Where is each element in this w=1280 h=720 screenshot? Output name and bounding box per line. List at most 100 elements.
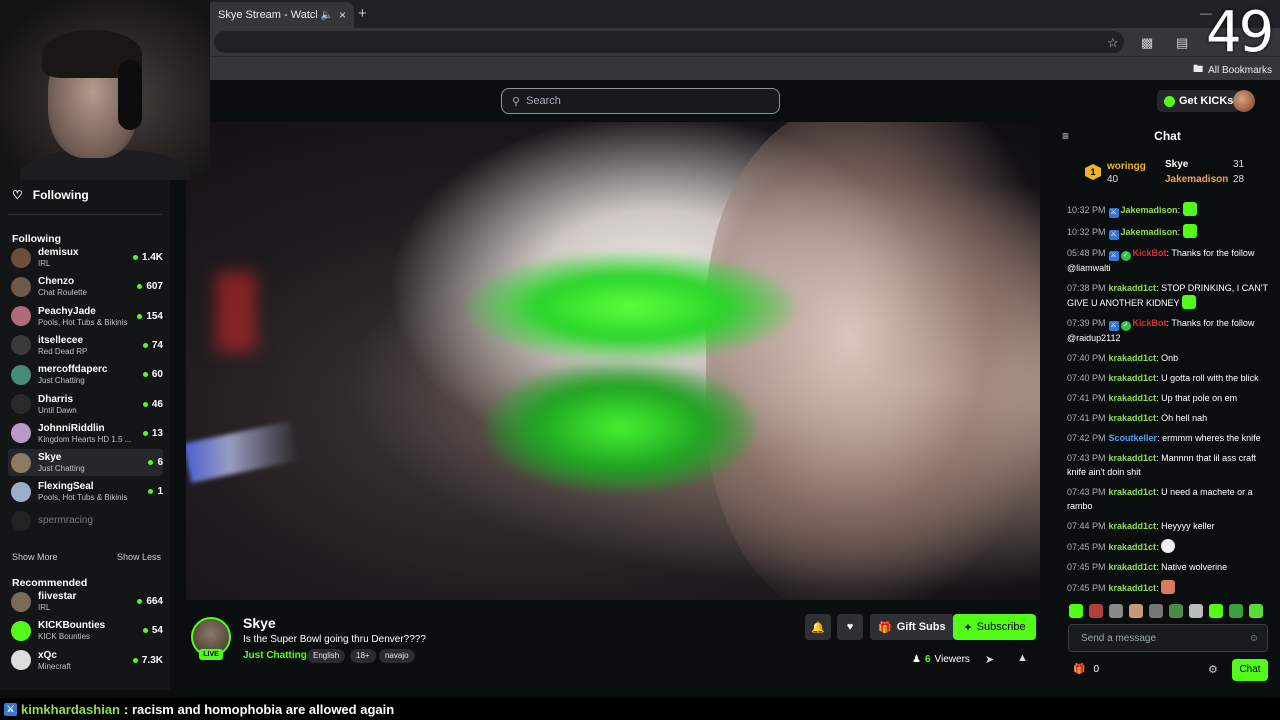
chat-timestamp: 07:45 PM	[1067, 583, 1106, 593]
channel-viewers: 607	[137, 281, 163, 292]
emote-icon[interactable]	[1129, 604, 1143, 618]
chat-username[interactable]: krakadd1ct	[1109, 373, 1157, 383]
following-channel-row[interactable]: Chenzo Chat Roulette 607	[8, 273, 163, 300]
chat-username[interactable]: Scoutkeller	[1109, 433, 1158, 443]
chat-message-input[interactable]: Send a message ☺	[1068, 624, 1268, 652]
following-channel-row[interactable]: demisux IRL 1.4K	[8, 244, 163, 271]
chat-username[interactable]: krakadd1ct	[1109, 542, 1157, 552]
chat-message: 07:41 PM krakadd1ct: Up that pole on em	[1067, 393, 1238, 403]
following-channel-row[interactable]: JohnniRiddlin Kingdom Hearts HD 1.5 ... 13	[8, 420, 163, 447]
chat-timestamp: 07:43 PM	[1067, 453, 1106, 463]
chat-username[interactable]: krakadd1ct	[1109, 353, 1157, 363]
tag-language[interactable]: English	[307, 649, 346, 663]
emoji-icon[interactable]: ☺	[1249, 633, 1259, 644]
following-channel-row[interactable]: Skye Just Chatting 6	[8, 449, 163, 477]
emote-icon[interactable]	[1109, 604, 1123, 618]
chat-username[interactable]: krakadd1ct	[1109, 583, 1157, 593]
video-player[interactable]	[186, 122, 1040, 600]
channel-viewers: 54	[142, 625, 163, 636]
emote-icon[interactable]	[1209, 604, 1223, 618]
emote-icon[interactable]	[1249, 604, 1263, 618]
emote-icon[interactable]	[1149, 604, 1163, 618]
follow-button[interactable]: ♥	[837, 614, 863, 640]
chat-username[interactable]: krakadd1ct	[1109, 562, 1157, 572]
notification-bell-button[interactable]: 🔔	[805, 614, 831, 640]
following-channel-row[interactable]: Dharris Until Dawn 46	[8, 391, 163, 418]
chat-username[interactable]: krakadd1ct	[1109, 521, 1157, 531]
leader-name[interactable]: woringg	[1107, 161, 1146, 172]
following-channel-row[interactable]: PeachyJade Pools, Hot Tubs & Bikinis 154	[8, 303, 163, 330]
chat-username[interactable]: Jakemadison	[1121, 205, 1178, 215]
kick-points[interactable]: 🎁 0	[1073, 664, 1099, 675]
banner-text: : racism and homophobia are allowed agai…	[124, 701, 395, 717]
chat-timestamp: 07:41 PM	[1067, 393, 1106, 403]
channel-avatar	[11, 650, 31, 671]
show-more-button[interactable]: Show More	[12, 552, 58, 562]
recommended-channel-row[interactable]: KICKBounties KICK Bounties 54	[8, 617, 163, 644]
emote-icon[interactable]	[1089, 604, 1103, 618]
show-less-button[interactable]: Show Less	[117, 552, 161, 562]
share-icon[interactable]: ➤	[985, 653, 994, 666]
search-input[interactable]: ⚲ Search	[501, 88, 780, 114]
tab-close-icon[interactable]: ×	[339, 8, 346, 22]
star-icon[interactable]: ☆	[1107, 35, 1119, 51]
tag-mature[interactable]: 18+	[350, 649, 376, 663]
chat-username[interactable]: krakadd1ct	[1109, 487, 1157, 497]
subscribe-button[interactable]: ✦ Subscribe	[953, 614, 1036, 640]
emote-icon[interactable]	[1069, 604, 1083, 618]
emote-icon[interactable]	[1229, 604, 1243, 618]
emote-icon[interactable]	[1189, 604, 1203, 618]
emote-icon	[1182, 224, 1197, 238]
user-avatar[interactable]	[1233, 90, 1255, 112]
leader-name[interactable]: Skye	[1165, 159, 1188, 170]
channel-text: fiivestar IRL	[38, 591, 137, 612]
video-frame-detail	[216, 272, 256, 352]
channel-text: Skye Just Chatting	[38, 452, 148, 473]
gift-subs-button[interactable]: 🎁 Gift Subs	[870, 614, 954, 640]
chat-username[interactable]: Jakemadison	[1121, 227, 1178, 237]
live-dot-icon	[137, 313, 143, 319]
following-channel-row[interactable]: FlexingSeal Pools, Hot Tubs & Bikinis 1	[8, 478, 163, 505]
speaker-icon[interactable]: 🔈	[321, 10, 333, 21]
tag-custom[interactable]: navajo	[379, 649, 415, 663]
chat-username[interactable]: krakadd1ct	[1109, 283, 1157, 293]
video-frame-detail	[186, 421, 299, 483]
following-channel-row[interactable]: spermracing	[8, 508, 163, 535]
sidepanel-icon[interactable]: ▤	[1176, 35, 1188, 51]
folder-icon: 🖿	[1193, 64, 1204, 75]
emote-icon[interactable]	[1169, 604, 1183, 618]
chat-username[interactable]: KickBot	[1133, 318, 1167, 328]
viewers-icon: ♟	[912, 654, 921, 665]
all-bookmarks-label: All Bookmarks	[1208, 65, 1272, 76]
channel-viewer-count: 60	[151, 369, 163, 381]
stream-info: LIVE Skye Is the Super Bowl going thru D…	[186, 600, 1040, 690]
chat-username[interactable]: krakadd1ct	[1109, 413, 1157, 423]
following-channel-row[interactable]: itsellecee Red Dead RP 74	[8, 332, 163, 359]
gift-icon: 🎁	[1073, 664, 1086, 675]
chat-message: 07:45 PM krakadd1ct:	[1067, 539, 1275, 554]
new-tab-button[interactable]: +	[358, 5, 367, 22]
live-dot-icon	[142, 430, 148, 436]
chat-username[interactable]: KickBot	[1133, 248, 1167, 258]
following-nav-button[interactable]: ♡ Following	[12, 188, 89, 202]
alert-banner: ⚔ kimkhardashian : racism and homophobia…	[0, 698, 1280, 720]
streamer-name[interactable]: Skye	[243, 615, 276, 631]
channel-category: Kingdom Hearts HD 1.5 ...	[38, 434, 132, 444]
leader-name[interactable]: Jakemadison	[1165, 174, 1228, 185]
emote-icon	[1161, 580, 1176, 594]
stream-category[interactable]: Just Chatting	[243, 650, 307, 661]
send-chat-button[interactable]: Chat	[1232, 659, 1268, 681]
chat-message: 07:44 PM krakadd1ct: Heyyyy keller	[1067, 521, 1215, 531]
report-icon[interactable]: ▲	[1017, 652, 1028, 664]
gear-icon[interactable]: ⚙	[1208, 663, 1218, 676]
browser-tab[interactable]: Skye Stream - Watch Live o 🔈 ×	[206, 2, 354, 28]
extensions-icon[interactable]: ▩	[1141, 35, 1153, 51]
recommended-channel-row[interactable]: fiivestar IRL 664	[8, 588, 163, 615]
chat-text: U gotta roll with the blick	[1161, 373, 1259, 383]
address-bar[interactable]	[214, 31, 1124, 53]
chat-username[interactable]: krakadd1ct	[1109, 393, 1157, 403]
chat-username[interactable]: krakadd1ct	[1109, 453, 1157, 463]
following-channel-row[interactable]: mercoffdaperc Just Chatting 60	[8, 361, 163, 388]
recommended-channel-row[interactable]: xQc Minecraft 7.3K	[8, 647, 163, 674]
get-kicks-button[interactable]: Get KICKs	[1157, 90, 1241, 112]
